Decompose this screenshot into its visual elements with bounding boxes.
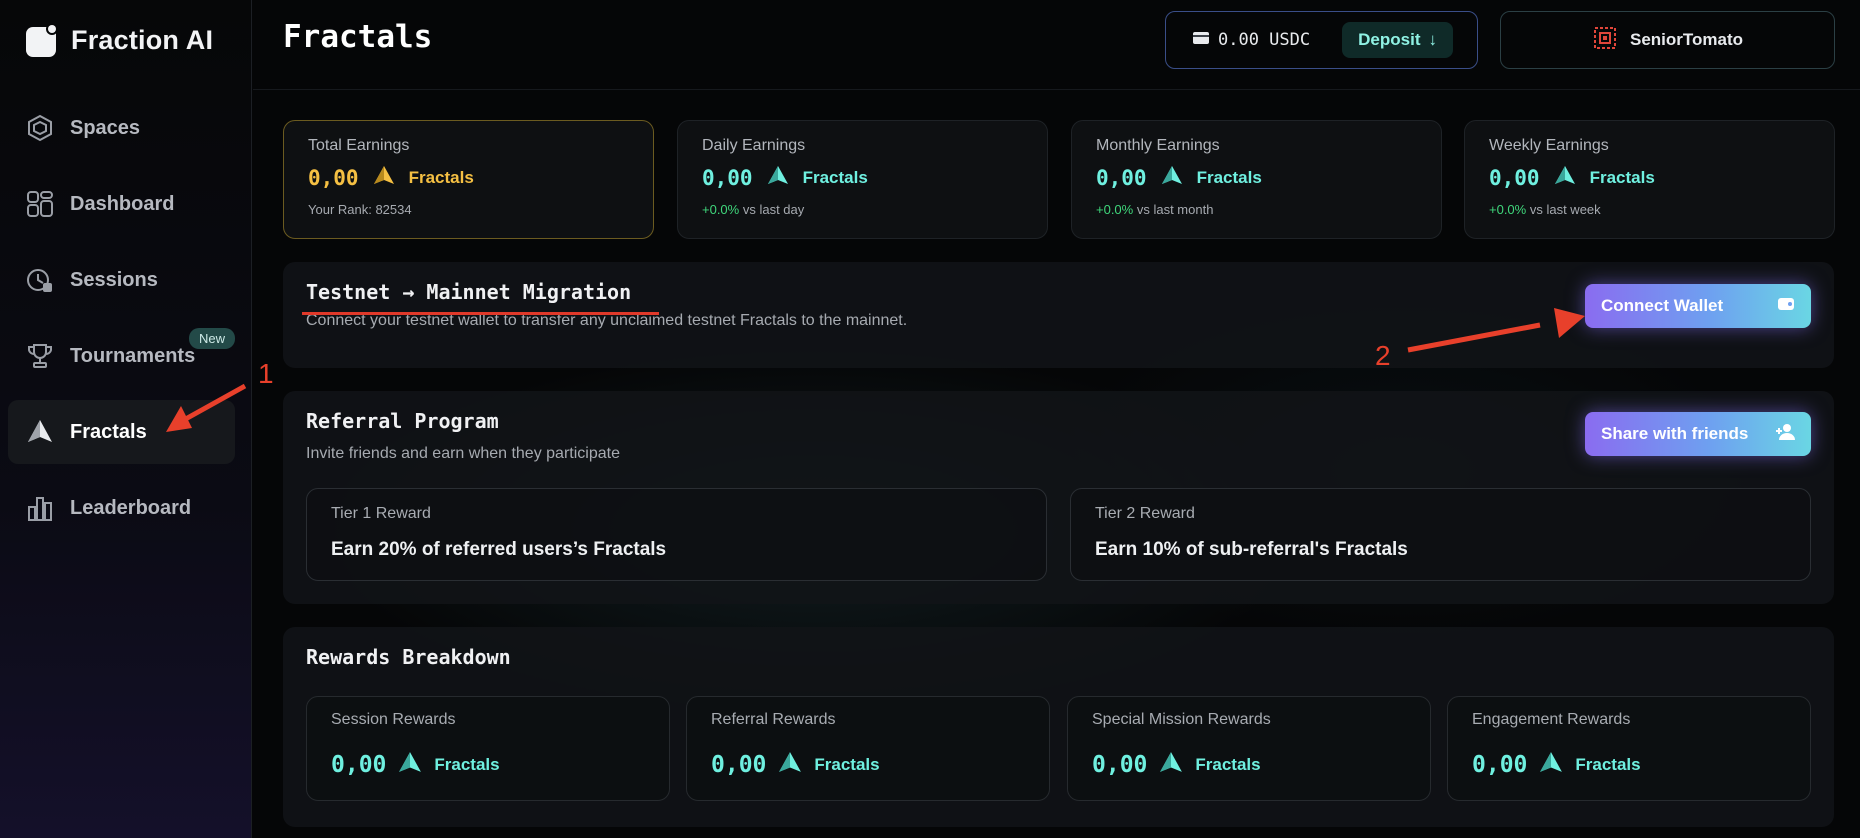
sidebar-nav: Spaces Dashboard Sessions Tournaments Ne… <box>8 96 235 552</box>
reward-unit: Fractals <box>1195 754 1261 774</box>
sidebar-item-label: Leaderboard <box>70 496 192 519</box>
referral-panel: Referral Program Invite friends and earn… <box>283 391 1834 604</box>
reward-card-referral: Referral Rewards 0,00 Fractals <box>686 696 1050 801</box>
migration-panel: Testnet → Mainnet Migration Connect your… <box>283 262 1834 368</box>
app-logo[interactable]: Fraction AI <box>26 23 214 57</box>
sidebar: Fraction AI Spaces Dashboard Sessions To… <box>0 0 252 838</box>
reward-unit: Fractals <box>434 754 500 774</box>
stat-value: 0,00 <box>1489 165 1540 190</box>
fractal-icon <box>1539 751 1563 778</box>
fractals-icon <box>26 418 54 446</box>
share-label: Share with friends <box>1601 424 1749 443</box>
stat-card-weekly-earnings: Weekly Earnings 0,00 Fractals +0.0% vs l… <box>1464 120 1835 239</box>
username: SeniorTomato <box>1629 30 1744 49</box>
fractal-icon <box>1161 165 1183 190</box>
reward-value: 0,00 <box>1092 751 1148 778</box>
reward-label: Special Mission Rewards <box>1092 711 1271 728</box>
rewards-breakdown-panel: Rewards Breakdown Session Rewards 0,00 F… <box>283 627 1834 827</box>
stat-card-monthly-earnings: Monthly Earnings 0,00 Fractals +0.0% vs … <box>1071 120 1442 239</box>
sidebar-item-label: Tournaments <box>70 344 196 367</box>
sessions-icon <box>26 266 54 294</box>
arrow-down-icon: ↓ <box>1428 30 1438 49</box>
fractal-icon <box>398 751 422 778</box>
fractal-icon <box>1554 165 1576 190</box>
stat-unit: Fractals <box>1196 167 1262 187</box>
stat-change: +0.0% vs last day <box>702 202 805 217</box>
tier-1-card: Tier 1 Reward Earn 20% of referred users… <box>306 488 1047 581</box>
annotation-underline <box>302 312 659 315</box>
app-name: Fraction AI <box>71 25 214 55</box>
deposit-label: Deposit <box>1358 30 1421 49</box>
reward-value: 0,00 <box>331 751 387 778</box>
stat-label: Monthly Earnings <box>1096 137 1220 154</box>
main-content: Total Earnings 0,00 Fractals Your Rank: … <box>253 91 1860 838</box>
stat-change: +0.0% vs last month <box>1096 202 1214 217</box>
share-with-friends-button[interactable]: Share with friends <box>1585 412 1811 456</box>
sidebar-item-tournaments[interactable]: Tournaments New <box>8 324 235 388</box>
sidebar-item-sessions[interactable]: Sessions <box>8 248 235 312</box>
stat-label: Weekly Earnings <box>1489 137 1609 154</box>
stat-unit: Fractals <box>802 167 868 187</box>
reward-label: Referral Rewards <box>711 711 836 728</box>
reward-label: Session Rewards <box>331 711 456 728</box>
reward-card-engagement: Engagement Rewards 0,00 Fractals <box>1447 696 1811 801</box>
tier-label: Tier 2 Reward <box>1095 505 1195 522</box>
rank-text: Your Rank: 82534 <box>308 202 412 217</box>
user-profile-button[interactable]: SeniorTomato <box>1500 11 1835 69</box>
fraction-logo-icon <box>26 23 59 57</box>
reward-unit: Fractals <box>1575 754 1641 774</box>
top-header: Fractals 0.00 USDC Deposit ↓ SeniorTomat… <box>253 0 1860 90</box>
rewards-title: Rewards Breakdown <box>306 645 511 669</box>
stat-value: 0,00 <box>1096 165 1147 190</box>
reward-value: 0,00 <box>711 751 767 778</box>
stat-value: 0,00 <box>308 165 359 190</box>
sidebar-item-label: Sessions <box>70 268 158 291</box>
stat-card-total-earnings: Total Earnings 0,00 Fractals Your Rank: … <box>283 120 654 239</box>
stat-value: 0,00 <box>702 165 753 190</box>
sidebar-item-fractals[interactable]: Fractals <box>8 400 235 464</box>
sidebar-item-label: Dashboard <box>70 192 175 215</box>
fractal-gold-icon <box>373 165 395 190</box>
sidebar-item-spaces[interactable]: Spaces <box>8 96 235 160</box>
fractal-icon <box>1159 751 1183 778</box>
connect-wallet-label: Connect Wallet <box>1601 296 1724 315</box>
reward-card-session: Session Rewards 0,00 Fractals <box>306 696 670 801</box>
reward-card-special-mission: Special Mission Rewards 0,00 Fractals <box>1067 696 1431 801</box>
avatar <box>1592 25 1618 56</box>
add-user-icon <box>1775 423 1795 446</box>
trophy-icon <box>26 342 54 370</box>
sidebar-item-label: Spaces <box>70 116 141 139</box>
tier-value: Earn 10% of sub-referral's Fractals <box>1095 539 1408 560</box>
annotation-number-2: 2 <box>1375 340 1391 371</box>
wallet-icon <box>1777 296 1795 317</box>
wallet-icon <box>1192 30 1210 51</box>
reward-unit: Fractals <box>814 754 880 774</box>
fractal-icon <box>767 165 789 190</box>
fractal-icon <box>778 751 802 778</box>
stat-unit: Fractals <box>1589 167 1655 187</box>
sidebar-item-leaderboard[interactable]: Leaderboard <box>8 476 235 540</box>
tier-2-card: Tier 2 Reward Earn 10% of sub-referral's… <box>1070 488 1811 581</box>
page-title: Fractals <box>283 19 433 55</box>
tier-label: Tier 1 Reward <box>331 505 431 522</box>
stat-card-daily-earnings: Daily Earnings 0,00 Fractals +0.0% vs la… <box>677 120 1048 239</box>
new-badge: New <box>188 328 235 349</box>
stat-unit: Fractals <box>408 167 474 187</box>
annotation-number-1: 1 <box>258 358 274 389</box>
spaces-icon <box>26 114 54 142</box>
deposit-button[interactable]: Deposit ↓ <box>1342 22 1453 58</box>
reward-label: Engagement Rewards <box>1472 711 1631 728</box>
stat-label: Daily Earnings <box>702 137 806 154</box>
leaderboard-icon <box>26 494 54 522</box>
connect-wallet-button[interactable]: Connect Wallet <box>1585 284 1811 328</box>
wallet-balance: 0.00 USDC <box>1218 30 1311 50</box>
dashboard-icon <box>26 190 54 218</box>
sidebar-item-label: Fractals <box>70 420 147 443</box>
sidebar-item-dashboard[interactable]: Dashboard <box>8 172 235 236</box>
reward-value: 0,00 <box>1472 751 1528 778</box>
stat-label: Total Earnings <box>308 137 410 154</box>
tier-value: Earn 20% of referred users’s Fractals <box>331 539 667 560</box>
wallet-balance-box[interactable]: 0.00 USDC Deposit ↓ <box>1165 11 1478 69</box>
stat-change: +0.0% vs last week <box>1489 202 1601 217</box>
